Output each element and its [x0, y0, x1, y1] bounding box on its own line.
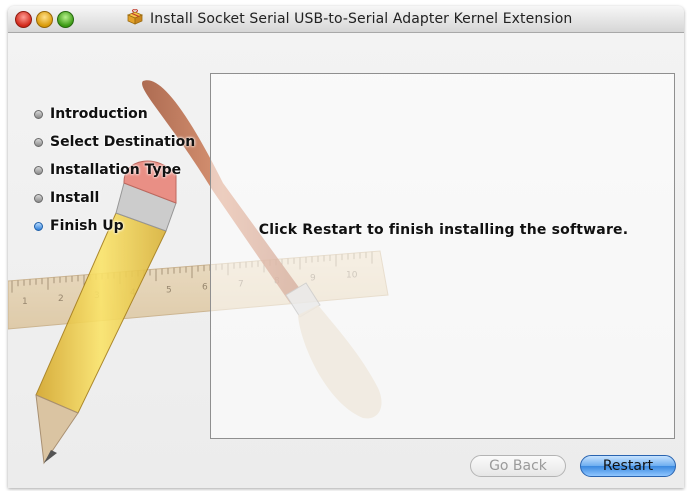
- step-install: Install: [34, 184, 195, 212]
- minimize-button[interactable]: [36, 11, 53, 28]
- step-label: Installation Type: [50, 162, 182, 178]
- step-label: Finish Up: [50, 218, 124, 234]
- step-installation-type: Installation Type: [34, 156, 195, 184]
- ruler-number: 2: [58, 294, 64, 304]
- installer-content: 12345678910 Introduction: [8, 33, 684, 488]
- step-bullet-active-icon: [34, 221, 43, 231]
- package-icon: [126, 9, 144, 29]
- step-bullet-icon: [34, 109, 43, 119]
- ruler-number: 5: [166, 285, 172, 295]
- step-select-destination: Select Destination: [34, 128, 195, 156]
- installer-steps-list: Introduction Select Destination Installa…: [34, 100, 195, 240]
- main-content-panel: Click Restart to finish installing the s…: [210, 73, 675, 439]
- restart-button[interactable]: Restart: [580, 455, 676, 477]
- step-bullet-icon: [34, 165, 43, 175]
- step-label: Introduction: [50, 106, 148, 122]
- go-back-button[interactable]: Go Back: [470, 455, 566, 477]
- step-label: Install: [50, 190, 100, 206]
- ruler-number: 1: [22, 297, 28, 307]
- window-title: Install Socket Serial USB-to-Serial Adap…: [150, 11, 573, 27]
- step-introduction: Introduction: [34, 100, 195, 128]
- step-bullet-icon: [34, 193, 43, 203]
- title-bar[interactable]: Install Socket Serial USB-to-Serial Adap…: [8, 6, 684, 33]
- ruler-number: 6: [202, 282, 208, 292]
- close-button[interactable]: [15, 11, 32, 28]
- step-label: Select Destination: [50, 134, 196, 150]
- zoom-button[interactable]: [57, 11, 74, 28]
- finish-message: Click Restart to finish installing the s…: [258, 222, 629, 238]
- window-title-group: Install Socket Serial USB-to-Serial Adap…: [126, 9, 573, 29]
- step-finish-up: Finish Up: [34, 212, 195, 240]
- step-bullet-icon: [34, 137, 43, 147]
- installer-window: Install Socket Serial USB-to-Serial Adap…: [8, 6, 684, 488]
